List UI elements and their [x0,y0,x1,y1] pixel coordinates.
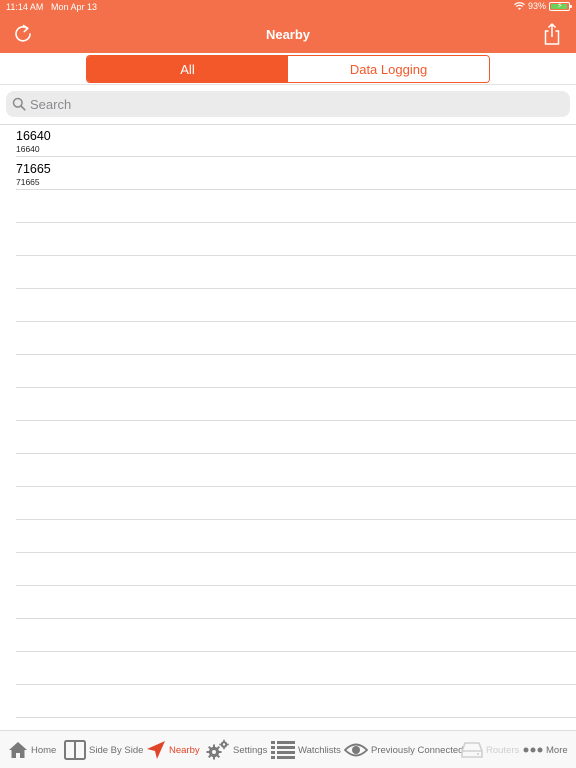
tab-side-by-side-label: Side By Side [89,744,144,756]
wifi-icon [514,1,525,10]
tab-side-by-side[interactable]: Side By Side [64,731,143,768]
list-item-subtitle: 16640 [16,144,40,154]
charging-bolt-icon: ⚡ [557,0,563,10]
tab-watchlists[interactable]: Watchlists [271,731,341,768]
navigation-header: 11:14 AM Mon Apr 13 93% ⚡ Nearby [0,0,576,53]
list-item[interactable]: 71665 71665 [16,157,576,190]
share-icon [544,23,560,45]
empty-row [16,553,576,586]
empty-row [16,520,576,553]
battery-icon: ⚡ [549,0,572,11]
results-list: 16640 16640 71665 71665 [0,124,576,751]
tab-settings[interactable]: Settings [205,731,267,768]
tab-more[interactable]: More [523,731,568,768]
tab-home[interactable]: Home [8,731,56,768]
side-by-side-icon [64,740,86,760]
router-icon [461,742,483,758]
tab-previously-connected[interactable]: Previously Connected [344,731,463,768]
location-arrow-icon [147,741,165,759]
status-indicators: 93% ⚡ [514,0,572,11]
search-icon [12,97,26,111]
tab-previously-connected-label: Previously Connected [371,744,464,756]
empty-row [16,454,576,487]
page-title: Nearby [265,27,311,42]
empty-row [16,652,576,685]
battery-percent: 93% [527,1,546,11]
divider [0,84,576,85]
tab-watchlists-label: Watchlists [298,744,341,756]
eye-icon [344,743,368,757]
empty-row [16,223,576,256]
tab-routers-label: Routers [486,744,520,756]
list-item-title: 71665 [16,162,51,176]
empty-row [16,421,576,454]
share-button[interactable] [542,22,562,46]
segmented-control: All Data Logging [86,55,490,83]
empty-row [16,586,576,619]
segment-data-logging[interactable]: Data Logging [288,56,489,82]
empty-row [16,685,576,718]
tab-settings-label: Settings [233,744,268,756]
search-bar[interactable] [6,91,570,117]
empty-row [16,487,576,520]
empty-row [16,190,576,223]
tab-nearby-label: Nearby [169,744,200,756]
list-item[interactable]: 16640 16640 [16,124,576,157]
empty-row [16,355,576,388]
search-input[interactable] [30,96,550,112]
empty-row [16,322,576,355]
list-item-title: 16640 [16,129,51,143]
list-item-subtitle: 71665 [16,177,40,187]
segment-all[interactable]: All [87,56,288,82]
status-time: 11:14 AM [6,2,44,12]
more-dots-icon [523,747,543,753]
battery-tip [570,4,572,8]
gears-icon [206,739,229,760]
list-icon [271,741,295,759]
status-date: Mon Apr 13 [51,2,98,12]
tab-bar: Home Side By Side Nearby Settings Watchl… [0,730,576,768]
empty-row [16,388,576,421]
tab-routers[interactable]: Routers [461,731,519,768]
status-bar: 11:14 AM Mon Apr 13 93% ⚡ [0,0,576,16]
empty-row [16,289,576,322]
tab-more-label: More [546,744,568,756]
empty-row [16,619,576,652]
home-icon [9,742,27,758]
tab-nearby[interactable]: Nearby [146,731,200,768]
tab-home-label: Home [31,744,57,756]
empty-row [16,256,576,289]
